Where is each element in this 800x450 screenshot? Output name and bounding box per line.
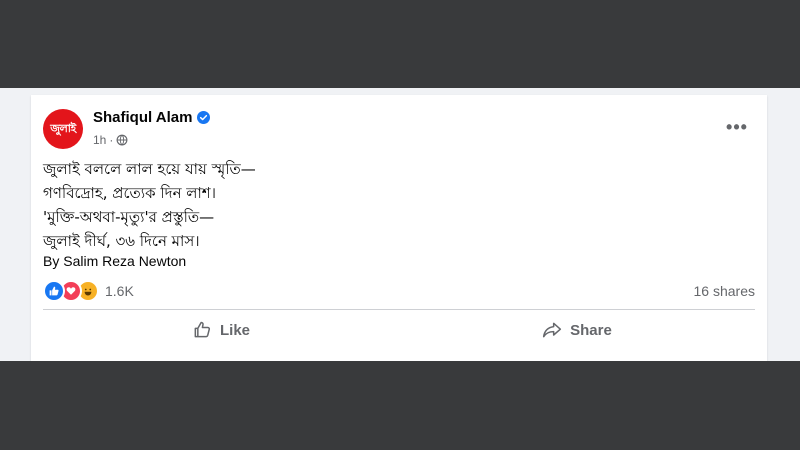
- like-reaction-icon: [43, 280, 65, 302]
- post-line: জুলাই বললে লাল হয়ে যায় স্মৃতি—: [43, 160, 256, 178]
- post-line: জুলাই দীর্ঘ, ৩৬ দিনে মাস।: [43, 232, 200, 250]
- share-button[interactable]: Share: [399, 313, 755, 347]
- action-bar: Like Share: [43, 313, 755, 347]
- like-button[interactable]: Like: [43, 313, 399, 347]
- more-options-icon[interactable]: •••: [719, 113, 755, 141]
- top-dark-band: [0, 0, 800, 88]
- verified-badge-icon: [197, 111, 211, 124]
- avatar[interactable]: জুলাই: [43, 109, 83, 149]
- author-row: Shafiqul Alam: [93, 109, 211, 126]
- bottom-dark-band: [0, 361, 800, 450]
- post-line: গণবিদ্রোহ, প্রত্যেক দিন লাশ।: [43, 184, 217, 202]
- divider: [43, 309, 755, 310]
- share-count[interactable]: 16 shares: [694, 283, 755, 299]
- reactions-summary[interactable]: 1.6K: [43, 280, 134, 302]
- byline: By Salim Reza Newton: [43, 253, 187, 269]
- post-line: 'মুক্তি-অথবা-মৃত্যু'র প্রস্তুতি—: [43, 208, 215, 226]
- author-name[interactable]: Shafiqul Alam: [93, 109, 192, 126]
- post-time[interactable]: 1h: [93, 133, 106, 147]
- globe-icon: [116, 134, 128, 146]
- reaction-count: 1.6K: [105, 283, 134, 299]
- post-meta: 1h ·: [93, 133, 128, 147]
- thumbs-up-icon: [194, 321, 211, 338]
- post-text: জুলাই বললে লাল হয়ে যায় স্মৃতি— গণবিদ্র…: [43, 157, 743, 253]
- share-arrow-icon: [543, 322, 562, 338]
- meta-separator: ·: [109, 133, 114, 147]
- share-label: Share: [570, 321, 612, 339]
- like-label: Like: [219, 321, 250, 339]
- avatar-logo-text: জুলাই: [50, 121, 76, 135]
- post-card: জুলাই Shafiqul Alam 1h · ••• জুলাই বললে …: [31, 95, 767, 361]
